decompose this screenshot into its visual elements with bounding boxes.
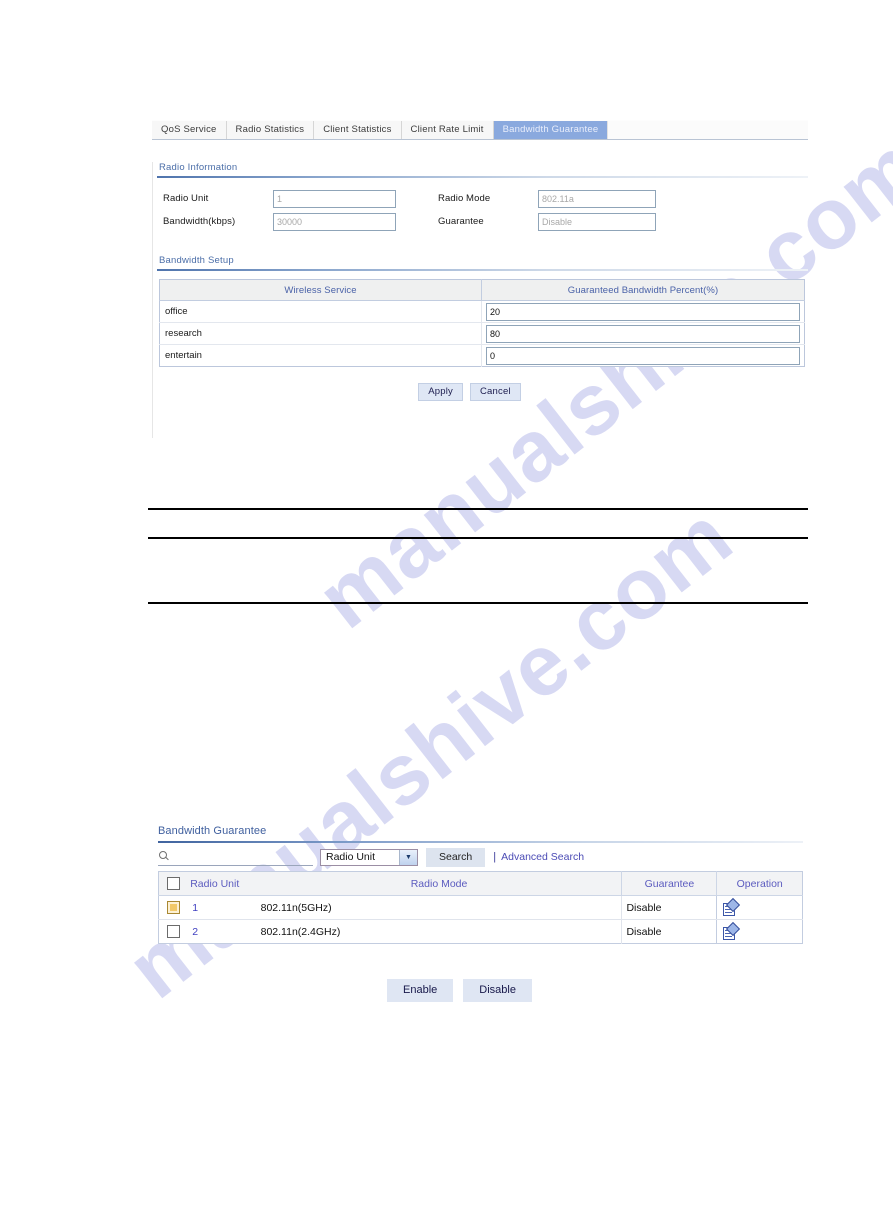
tab-bar-filler bbox=[607, 121, 808, 139]
radio-mode-cell: 802.11n(2.4GHz) bbox=[260, 925, 341, 938]
percent-cell: 0 bbox=[481, 344, 805, 367]
operation-cell bbox=[716, 895, 803, 920]
select-all-checkbox[interactable] bbox=[167, 877, 181, 890]
toolbar-separator: | bbox=[493, 851, 497, 863]
radio-unit-cell: 2 bbox=[188, 920, 256, 944]
edit-config-icon[interactable] bbox=[723, 921, 741, 940]
bandwidth-field[interactable]: 30000 bbox=[273, 212, 396, 231]
search-icon bbox=[159, 851, 170, 862]
radio-unit-row: Radio Unit 1 Radio Mode 802.11a bbox=[159, 187, 805, 210]
tab-client-statistics[interactable]: Client Statistics bbox=[314, 121, 402, 139]
bandwidth-setup-heading: Bandwidth Setup bbox=[159, 255, 234, 266]
guarantee-cell: Disable bbox=[621, 895, 717, 920]
service-name-cell: research bbox=[159, 322, 482, 345]
row-select-cell bbox=[158, 895, 189, 920]
table-header-row: Radio Unit Radio Mode Guarantee Operatio… bbox=[158, 871, 803, 896]
tab-bar: QoS Service Radio Statistics Client Stat… bbox=[152, 120, 808, 140]
search-field-selected-label: Radio Unit bbox=[326, 851, 376, 863]
guarantee-cell: Disable bbox=[621, 919, 717, 944]
percent-input-office[interactable]: 20 bbox=[486, 302, 800, 321]
table-row: 2 802.11n(2.4GHz) Disable bbox=[159, 919, 803, 944]
bandwidth-setup-divider bbox=[157, 269, 808, 271]
radio-information-divider bbox=[157, 176, 808, 178]
col-radio-unit: Radio Unit bbox=[188, 871, 257, 896]
row-select-cell bbox=[159, 920, 189, 944]
guarantee-field[interactable]: Disable bbox=[538, 212, 656, 231]
edit-config-icon[interactable] bbox=[723, 897, 741, 916]
radio-mode-cell: 802.11n(5GHz) bbox=[256, 895, 622, 920]
col-guarantee: Guarantee bbox=[621, 871, 717, 896]
col-guaranteed-percent: Guaranteed Bandwidth Percent(%) bbox=[481, 279, 805, 301]
radio-unit-label: Radio Unit bbox=[163, 193, 209, 204]
guarantee-label: Guarantee bbox=[438, 216, 484, 227]
percent-input-entertain[interactable]: 0 bbox=[486, 346, 800, 365]
apply-button[interactable]: Apply bbox=[418, 383, 463, 401]
radio-unit-link[interactable]: 2 bbox=[192, 926, 198, 938]
radio-information-heading: Radio Information bbox=[159, 162, 238, 173]
bandwidth-guarantee-table: Radio Unit Radio Mode Guarantee Operatio… bbox=[158, 871, 803, 944]
list-action-buttons: Enable Disable bbox=[158, 979, 803, 1002]
bandwidth-setup-table: Wireless Service Guaranteed Bandwidth Pe… bbox=[159, 279, 805, 367]
cancel-button[interactable]: Cancel bbox=[469, 383, 521, 401]
search-field-select[interactable]: Radio Unit ▼ bbox=[320, 848, 418, 866]
chevron-down-icon: ▼ bbox=[399, 849, 417, 865]
table-row: 1 802.11n(5GHz) Disable bbox=[158, 895, 803, 920]
col-operation: Operation bbox=[716, 871, 803, 896]
radio-mode-field[interactable]: 802.11a bbox=[538, 189, 656, 208]
select-all-header bbox=[158, 871, 189, 896]
col-radio-mode: Radio Mode bbox=[256, 871, 622, 896]
percent-cell: 20 bbox=[481, 300, 805, 323]
search-button[interactable]: Search bbox=[426, 847, 486, 867]
service-name-cell: office bbox=[159, 300, 482, 323]
radio-unit-cell: 1 bbox=[188, 895, 257, 920]
form-action-buttons: Apply Cancel bbox=[153, 383, 808, 401]
percent-input-research[interactable]: 80 bbox=[486, 324, 800, 343]
tab-client-rate-limit[interactable]: Client Rate Limit bbox=[401, 121, 494, 139]
document-page: QoS Service Radio Statistics Client Stat… bbox=[0, 0, 893, 1212]
radio-information-form: Radio Unit 1 Radio Mode 802.11a Bandwidt… bbox=[159, 187, 805, 233]
table-row: research 80 bbox=[159, 322, 805, 345]
table-row: entertain 0 bbox=[160, 344, 805, 367]
percent-cell: 80 bbox=[481, 322, 805, 345]
panel-body: Radio Information Radio Unit 1 Radio Mod… bbox=[152, 162, 808, 438]
row-checkbox[interactable] bbox=[167, 925, 181, 938]
radio-mode-label: Radio Mode bbox=[438, 193, 491, 204]
qos-config-panel: QoS Service Radio Statistics Client Stat… bbox=[152, 120, 808, 438]
tab-qos-service[interactable]: QoS Service bbox=[152, 121, 227, 139]
radio-unit-link[interactable]: 1 bbox=[192, 902, 198, 914]
bandwidth-guarantee-heading: Bandwidth Guarantee bbox=[158, 825, 267, 837]
content-rule-bottom bbox=[148, 602, 808, 604]
row-checkbox[interactable] bbox=[167, 901, 181, 914]
tab-bandwidth-guarantee[interactable]: Bandwidth Guarantee bbox=[493, 121, 608, 139]
bandwidth-row: Bandwidth(kbps) 30000 Guarantee Disable bbox=[159, 210, 805, 233]
operation-cell bbox=[716, 919, 803, 944]
content-rule-middle bbox=[148, 537, 808, 539]
advanced-search-link[interactable]: Advanced Search bbox=[501, 851, 584, 863]
content-rule-top bbox=[148, 508, 808, 510]
bandwidth-label: Bandwidth(kbps) bbox=[163, 216, 236, 227]
col-wireless-service: Wireless Service bbox=[159, 279, 482, 301]
search-toolbar: Radio Unit ▼ Search | Advanced Search bbox=[158, 843, 803, 871]
disable-button[interactable]: Disable bbox=[463, 979, 532, 1002]
table-row: office 20 bbox=[159, 300, 805, 323]
radio-unit-field[interactable]: 1 bbox=[273, 189, 396, 208]
bandwidth-guarantee-list-panel: Bandwidth Guarantee Radio Unit ▼ Search … bbox=[158, 825, 803, 1002]
service-name-cell: entertain bbox=[165, 350, 202, 361]
enable-button[interactable]: Enable bbox=[387, 979, 454, 1002]
table-header-row: Wireless Service Guaranteed Bandwidth Pe… bbox=[159, 279, 805, 301]
search-input[interactable] bbox=[158, 849, 313, 866]
tab-radio-statistics[interactable]: Radio Statistics bbox=[226, 121, 315, 139]
